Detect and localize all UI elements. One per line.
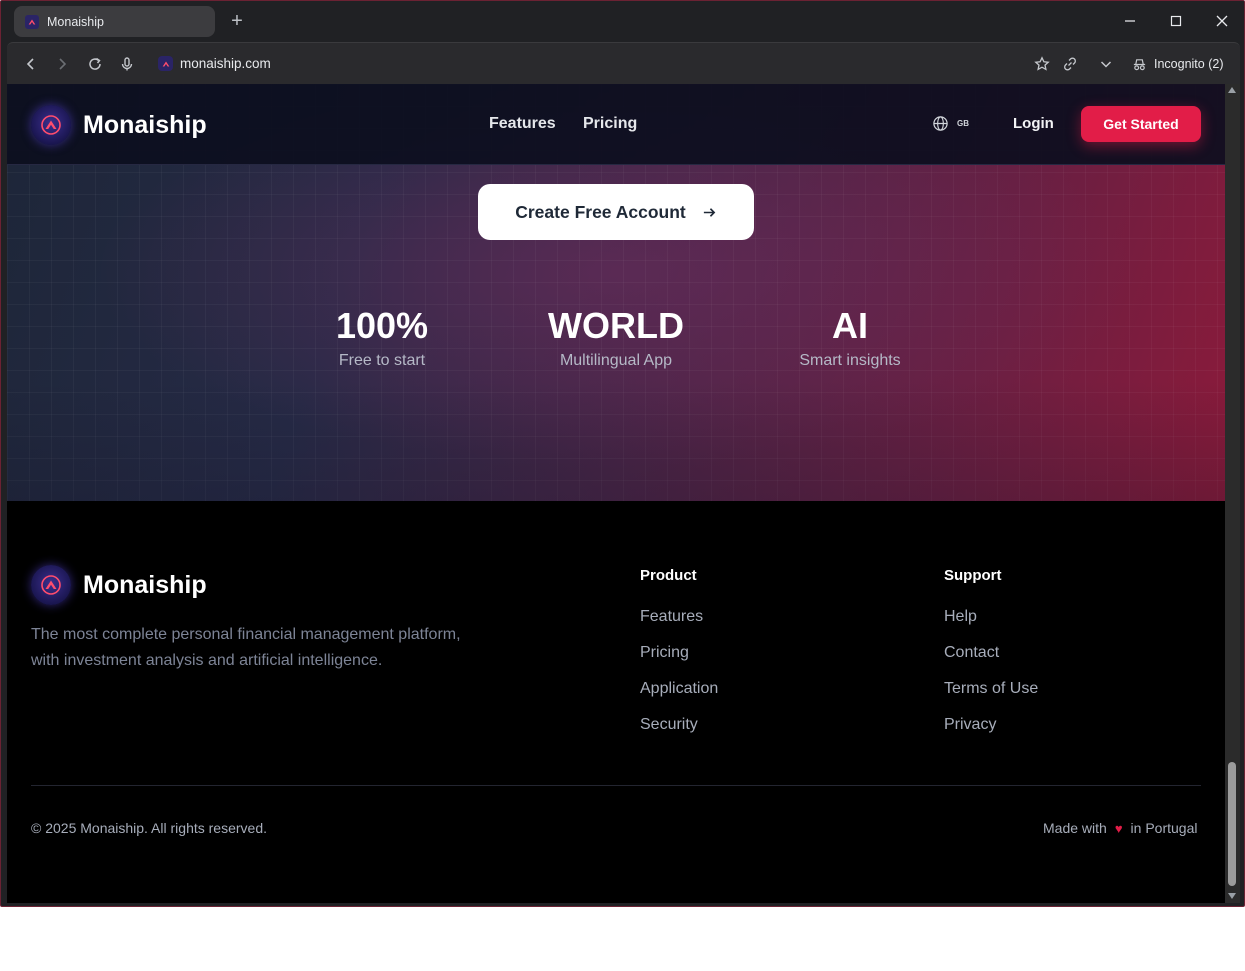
maximize-icon[interactable] xyxy=(1164,9,1188,33)
nav-link-pricing[interactable]: Pricing xyxy=(583,115,637,133)
scroll-down-arrow-icon[interactable] xyxy=(1228,893,1236,899)
footer-description: The most complete personal financial man… xyxy=(31,626,461,669)
page-viewport: Create Free Account 100% Free to start W… xyxy=(7,84,1225,903)
get-started-button[interactable]: Get Started xyxy=(1081,106,1201,142)
page-scrollbar[interactable] xyxy=(1225,84,1240,903)
footer-support-heading: Support xyxy=(944,567,1002,584)
footer-link-pricing[interactable]: Pricing xyxy=(640,644,689,662)
arrow-right-icon xyxy=(703,207,716,217)
footer-link-application[interactable]: Application xyxy=(640,680,718,698)
site-favicon-icon xyxy=(158,56,173,71)
incognito-label: Incognito (2) xyxy=(1154,57,1224,71)
heart-icon: ♥ xyxy=(1114,820,1123,836)
footer-link-terms[interactable]: Terms of Use xyxy=(944,680,1038,698)
create-free-account-button[interactable]: Create Free Account xyxy=(478,184,754,240)
footer-link-contact[interactable]: Contact xyxy=(944,644,999,662)
footer-logo-icon[interactable] xyxy=(31,565,71,605)
minimize-icon[interactable] xyxy=(1118,9,1142,33)
forward-icon[interactable] xyxy=(52,54,72,74)
stat-value: WORLD xyxy=(548,305,684,346)
language-code: GB xyxy=(957,119,969,128)
microphone-icon[interactable] xyxy=(117,54,137,74)
footer-link-privacy[interactable]: Privacy xyxy=(944,716,996,734)
tab-strip: Monaiship + xyxy=(1,1,1244,42)
nav-link-features[interactable]: Features xyxy=(489,115,556,133)
made-with-text: Made with ♥ in Portugal xyxy=(1043,820,1197,836)
brand-name[interactable]: Monaiship xyxy=(83,111,207,140)
stat-value: AI xyxy=(832,305,868,346)
site-navbar: Monaiship Features Pricing GB Login Get … xyxy=(7,84,1225,165)
globe-icon xyxy=(933,116,948,131)
made-with-prefix: Made with xyxy=(1043,820,1107,836)
stat-value: 100% xyxy=(335,305,429,346)
back-icon[interactable] xyxy=(21,54,41,74)
footer-brand-name[interactable]: Monaiship xyxy=(83,571,207,600)
browser-toolbar: monaiship.com Incognito (2) xyxy=(7,42,1240,84)
footer-product-heading: Product xyxy=(640,567,697,584)
bookmark-star-icon[interactable] xyxy=(1032,54,1052,74)
made-with-suffix: in Portugal xyxy=(1130,820,1198,836)
close-icon[interactable] xyxy=(1210,9,1234,33)
reload-icon[interactable] xyxy=(85,54,105,74)
footer-divider xyxy=(31,785,1201,786)
language-selector[interactable]: GB xyxy=(932,115,969,132)
footer-link-security[interactable]: Security xyxy=(640,716,698,734)
monaiship-favicon-icon xyxy=(25,14,39,29)
browser-tab[interactable]: Monaiship xyxy=(14,6,215,37)
stat-world: WORLD Multilingual App xyxy=(516,306,716,370)
tab-title: Monaiship xyxy=(47,14,104,29)
footer-link-features[interactable]: Features xyxy=(640,608,703,626)
hero-fade xyxy=(7,381,1225,501)
new-tab-button[interactable]: + xyxy=(227,10,247,32)
scrollbar-thumb[interactable] xyxy=(1228,762,1236,886)
link-icon[interactable] xyxy=(1060,54,1080,74)
chevron-down-icon[interactable] xyxy=(1096,54,1116,74)
browser-window: Monaiship + monaiship.com Incognito (2) … xyxy=(0,0,1245,907)
incognito-icon xyxy=(1133,58,1146,70)
login-link[interactable]: Login xyxy=(1013,115,1054,132)
stat-label: Multilingual App xyxy=(559,352,673,369)
stat-free: 100% Free to start xyxy=(282,306,482,370)
address-bar[interactable]: monaiship.com xyxy=(180,56,271,71)
stat-label: Free to start xyxy=(338,352,426,369)
monaiship-logo-icon[interactable] xyxy=(31,105,71,145)
stat-ai: AI Smart insights xyxy=(750,306,950,370)
copyright-text: © 2025 Monaiship. All rights reserved. xyxy=(31,820,267,836)
site-footer: Monaiship The most complete personal fin… xyxy=(7,501,1225,903)
scroll-up-arrow-icon[interactable] xyxy=(1228,87,1236,93)
stat-label: Smart insights xyxy=(799,352,901,369)
incognito-indicator[interactable]: Incognito (2) xyxy=(1132,54,1223,74)
footer-link-help[interactable]: Help xyxy=(944,608,977,626)
create-free-account-label: Create Free Account xyxy=(515,201,686,222)
